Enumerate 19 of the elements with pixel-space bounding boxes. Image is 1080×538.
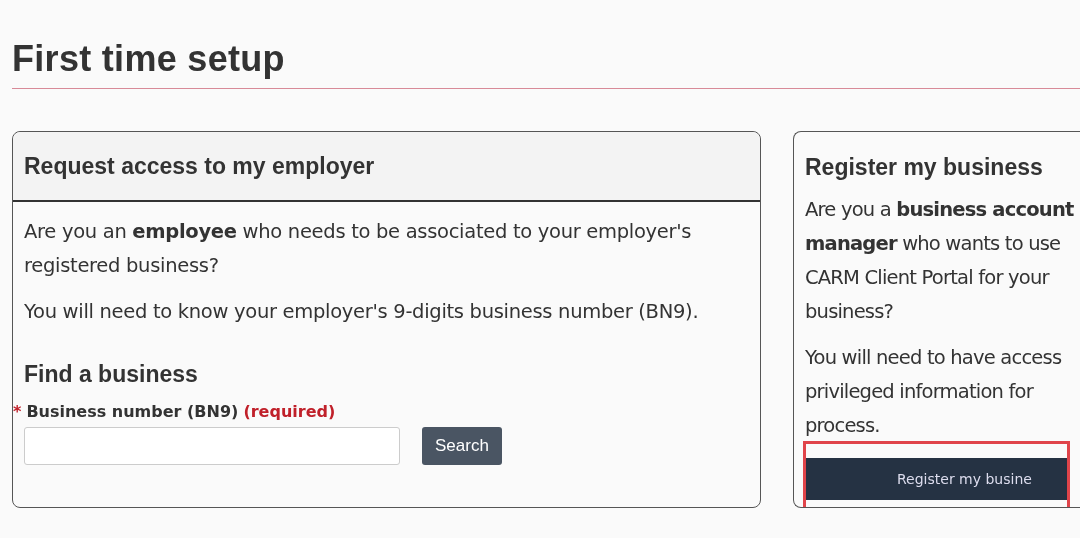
paragraph: Are you an employee who needs to be associated to your employer's registered business? bbox=[24, 219, 693, 279]
card-title: Request access to my employer bbox=[24, 153, 376, 180]
paragraph-line: Are you a business account bbox=[805, 197, 1075, 223]
search-button[interactable]: Search bbox=[422, 427, 502, 465]
required-text: (required) bbox=[243, 402, 336, 421]
paragraph-line: privileged information for bbox=[805, 379, 1035, 405]
register-button[interactable]: Register my busine bbox=[805, 458, 1067, 500]
paragraph-line: CARM Client Portal for your bbox=[805, 265, 1051, 291]
paragraph-line: manager who wants to use bbox=[805, 231, 1062, 257]
business-number-field[interactable] bbox=[24, 427, 400, 465]
field-label: Business number (BN9) bbox=[26, 402, 239, 421]
card-title: Register my business bbox=[805, 154, 1044, 181]
paragraph: You will need to know your employer's 9-digits business number (BN9). bbox=[24, 299, 700, 325]
paragraph-line: business? bbox=[805, 299, 895, 325]
required-mark: * bbox=[13, 402, 22, 421]
section-title: Find a business bbox=[24, 361, 199, 388]
paragraph-line: process. bbox=[805, 413, 881, 439]
paragraph-line: You will need to have access bbox=[805, 345, 1063, 371]
page-title: First time setup bbox=[12, 38, 1080, 89]
